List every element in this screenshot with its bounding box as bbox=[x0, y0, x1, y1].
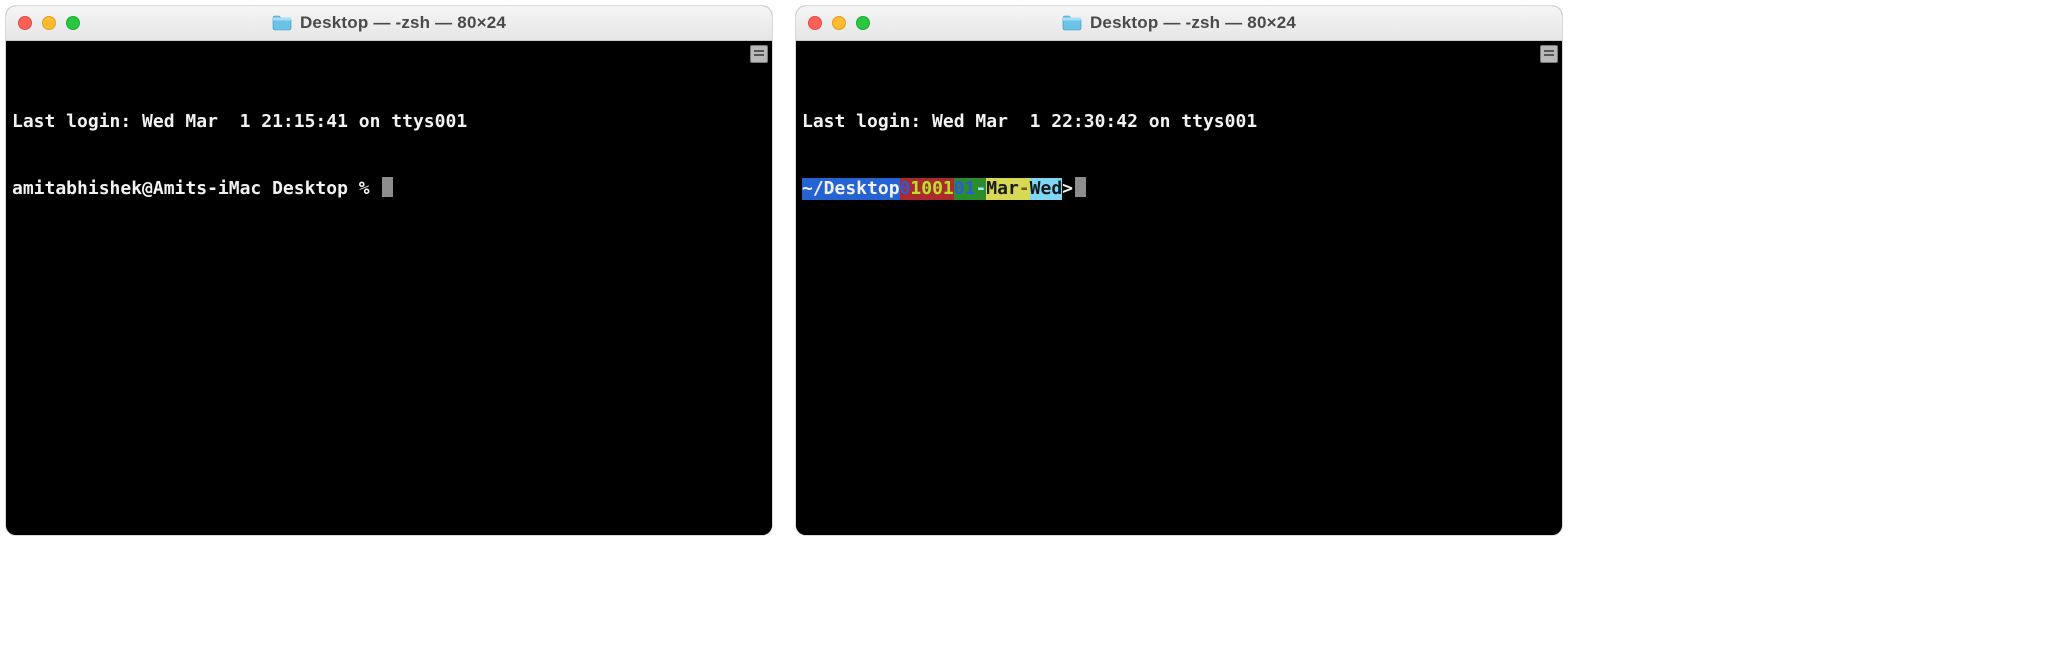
prompt-date-day: 01 bbox=[954, 178, 976, 200]
prompt-history-digit0: 0 bbox=[900, 178, 911, 200]
terminal-body[interactable]: Last login: Wed Mar 1 22:30:42 on ttys00… bbox=[796, 41, 1562, 535]
minimize-icon[interactable] bbox=[42, 16, 56, 30]
scroll-indicator-icon[interactable] bbox=[750, 45, 768, 63]
prompt-date-dash2: - bbox=[1019, 178, 1030, 200]
terminal-window-left: Desktop — -zsh — 80×24 Last login: Wed M… bbox=[6, 6, 772, 535]
prompt-path-segment: ~/Desktop bbox=[802, 178, 900, 200]
prompt-gt: > bbox=[1062, 178, 1073, 200]
titlebar[interactable]: Desktop — -zsh — 80×24 bbox=[6, 6, 772, 41]
last-login-line: Last login: Wed Mar 1 21:15:41 on ttys00… bbox=[12, 111, 766, 133]
scroll-indicator-icon[interactable] bbox=[1540, 45, 1558, 63]
last-login-line: Last login: Wed Mar 1 22:30:42 on ttys00… bbox=[802, 111, 1556, 133]
traffic-lights bbox=[796, 16, 870, 30]
window-title-wrap: Desktop — -zsh — 80×24 bbox=[796, 13, 1562, 33]
prompt-date-dash1: - bbox=[975, 178, 986, 200]
close-icon[interactable] bbox=[808, 16, 822, 30]
prompt-date-weekday: Wed bbox=[1030, 178, 1063, 200]
prompt-line: amitabhishek@Amits-iMac Desktop % bbox=[12, 177, 766, 200]
cursor-icon bbox=[382, 177, 393, 197]
zoom-icon[interactable] bbox=[856, 16, 870, 30]
prompt-history-digits: 1001 bbox=[910, 178, 953, 200]
terminal-window-right: Desktop — -zsh — 80×24 Last login: Wed M… bbox=[796, 6, 1562, 535]
window-title: Desktop — -zsh — 80×24 bbox=[1090, 13, 1296, 33]
terminal-body[interactable]: Last login: Wed Mar 1 21:15:41 on ttys00… bbox=[6, 41, 772, 535]
close-icon[interactable] bbox=[18, 16, 32, 30]
zoom-icon[interactable] bbox=[66, 16, 80, 30]
traffic-lights bbox=[6, 16, 80, 30]
folder-icon bbox=[1062, 15, 1082, 31]
prompt-text: amitabhishek@Amits-iMac Desktop % bbox=[12, 178, 380, 199]
window-title-wrap: Desktop — -zsh — 80×24 bbox=[6, 13, 772, 33]
cursor-icon bbox=[1075, 177, 1086, 197]
prompt-date-month: Mar bbox=[986, 178, 1019, 200]
window-title: Desktop — -zsh — 80×24 bbox=[300, 13, 506, 33]
prompt-line: ~/Desktop0100101-Mar-Wed> bbox=[802, 177, 1556, 200]
titlebar[interactable]: Desktop — -zsh — 80×24 bbox=[796, 6, 1562, 41]
folder-icon bbox=[272, 15, 292, 31]
minimize-icon[interactable] bbox=[832, 16, 846, 30]
